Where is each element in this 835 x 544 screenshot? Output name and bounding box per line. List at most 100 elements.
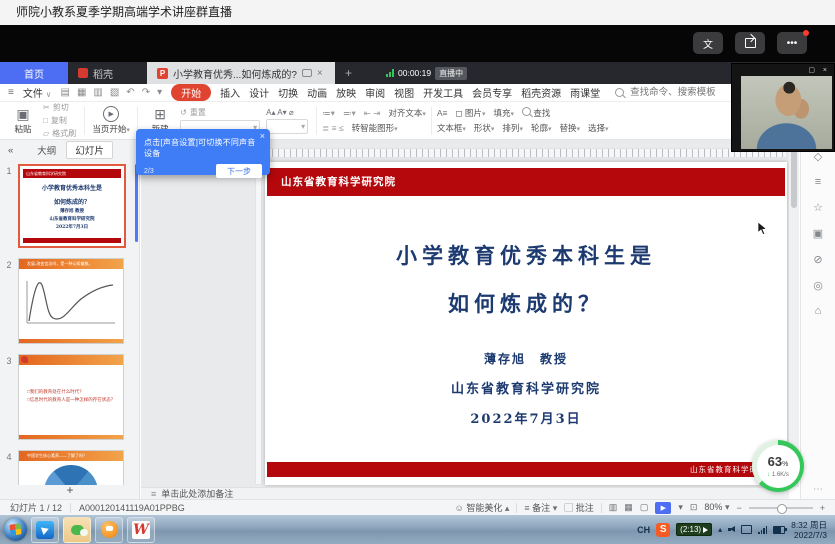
video-window-controls[interactable]: ▢ × xyxy=(808,66,830,74)
menu-tab-rainclass[interactable]: 雨课堂 xyxy=(570,85,600,100)
help-icon[interactable]: ⊘ xyxy=(813,253,822,266)
taskbar-app-camera[interactable] xyxy=(95,517,123,543)
slide-author[interactable]: 薄存旭 教授 xyxy=(265,350,787,367)
menu-tab-member[interactable]: 会员专享 xyxy=(472,85,512,100)
slide-title-line2[interactable]: 如何炼成的？ xyxy=(265,288,787,318)
qat-more-icon[interactable]: ▾ xyxy=(157,87,162,98)
fit-window-icon[interactable]: ⊡ xyxy=(690,502,698,513)
menu-tab-docer-res[interactable]: 稻壳资源 xyxy=(521,85,561,100)
search-input[interactable] xyxy=(628,86,742,99)
replace-button[interactable]: 替换▾ xyxy=(559,122,580,134)
undo-icon[interactable]: ↶ xyxy=(126,87,134,98)
text-style-icon[interactable]: A≡ xyxy=(437,108,448,118)
cut-button[interactable]: ✂ 剪切 xyxy=(43,102,76,113)
slide-header-bar[interactable]: 山东省教育科学研究院 xyxy=(267,168,785,196)
slide-thumbnail-row[interactable]: 3 □我们的教育处在什么时代？ □信息时代的教育人是一种怎样的存在状态？ xyxy=(0,354,140,440)
tab-close-icon[interactable]: × xyxy=(317,68,323,79)
redo-icon[interactable]: ↷ xyxy=(142,87,150,98)
play-current-button[interactable]: ▶ 当页开始▾ xyxy=(90,106,132,135)
camera-video-window[interactable]: ▢ × xyxy=(731,63,835,152)
sogou-icon[interactable]: S xyxy=(656,523,670,537)
slide-org[interactable]: 山东省教育科学研究院 xyxy=(265,378,787,397)
zoom-level-button[interactable]: 80% ▾ xyxy=(704,502,729,513)
panel-collapse-button[interactable]: « xyxy=(8,145,13,156)
hamburger-icon[interactable]: ≡ xyxy=(8,87,14,98)
battery-icon[interactable] xyxy=(773,526,785,534)
menu-tab-review[interactable]: 审阅 xyxy=(365,85,385,100)
reset-button[interactable]: ↺ 重置 xyxy=(180,107,260,118)
favorite-icon[interactable]: ☆ xyxy=(813,201,823,214)
bullet-list-icon[interactable]: ≔▾ xyxy=(322,108,335,119)
menu-file[interactable]: 文件 ∨ xyxy=(23,85,52,100)
align-icons[interactable]: ≣ ≡ ≤ xyxy=(322,123,343,134)
print-icon[interactable]: ▥ xyxy=(93,87,102,98)
slide-title-line1[interactable]: 小学教育优秀本科生是 xyxy=(265,240,787,270)
pin-icon[interactable]: ⌂ xyxy=(815,305,822,317)
slide-thumbnail-row[interactable]: 4 中国学生核心素养——了解了吗？ xyxy=(0,450,140,485)
tab-outline[interactable]: 大纲 xyxy=(37,143,56,157)
tab-docer[interactable]: 稻壳 xyxy=(68,62,123,84)
indent-icons[interactable]: ⇤ ⇥ xyxy=(364,108,381,119)
wifi-signal-icon[interactable] xyxy=(758,526,767,534)
taskbar-app-wps[interactable]: W xyxy=(127,517,155,543)
number-list-icon[interactable]: ≕▾ xyxy=(343,108,356,119)
vertical-scrollbar[interactable]: ▴ ▾ xyxy=(789,140,799,487)
taskbar-clock[interactable]: 8:32 周日 2022/7/3 xyxy=(791,520,827,540)
menu-tab-design[interactable]: 设计 xyxy=(249,85,269,100)
zoom-out-button[interactable]: − xyxy=(736,503,741,513)
menu-tab-insert[interactable]: 插入 xyxy=(220,85,240,100)
shape-button[interactable]: 形状▾ xyxy=(474,122,495,134)
slide-thumbnail-row[interactable]: 1 山东省教育科学研究院 小学教育优秀本科生是 如何炼成的？ 薄存旭 教授 山东… xyxy=(0,164,140,248)
zoom-slider[interactable] xyxy=(749,507,813,509)
properties-icon[interactable]: ≡ xyxy=(815,176,821,188)
tab-document[interactable]: P 小学教育优秀...如何炼成的? × xyxy=(147,62,335,84)
menu-tab-animation[interactable]: 动画 xyxy=(307,85,327,100)
font-size-icons[interactable]: A▴ A▾ ⌀ xyxy=(266,108,308,117)
taskbar-app-wechat[interactable] xyxy=(63,517,91,543)
preview-icon[interactable]: ▧ xyxy=(110,87,119,98)
menu-tab-home[interactable]: 开始 xyxy=(171,84,211,101)
play-options-icon[interactable]: ▾ xyxy=(678,502,683,513)
slide-4-thumbnail[interactable]: 中国学生核心素养——了解了吗？ xyxy=(18,450,124,485)
tooltip-close-icon[interactable]: × xyxy=(260,131,265,141)
feedback-icon[interactable]: ◎ xyxy=(813,279,823,292)
layers-icon[interactable]: ▣ xyxy=(813,227,823,240)
fill-button[interactable]: 填充▾ xyxy=(493,107,514,119)
slide-1-thumbnail[interactable]: 山东省教育科学研究院 小学教育优秀本科生是 如何炼成的？ 薄存旭 教授 山东省教… xyxy=(18,164,126,248)
slide-date[interactable]: 2022年7月3日 xyxy=(265,408,787,427)
arrange-button[interactable]: 排列▾ xyxy=(502,122,523,134)
slide-thumbnail-row[interactable]: 2 发展-改变信念吗，是一种认知偏移。 xyxy=(0,258,140,344)
more-button[interactable]: ••• xyxy=(777,32,807,54)
start-button[interactable] xyxy=(4,518,27,541)
tooltip-next-button[interactable]: 下一步 xyxy=(216,164,262,178)
tab-home[interactable]: 首页 xyxy=(0,62,68,84)
scrollbar-thumb[interactable] xyxy=(791,144,797,208)
slideshow-play-button[interactable]: ▶ xyxy=(655,502,671,514)
normal-view-icon[interactable]: ▥ xyxy=(609,502,618,513)
notes-bar[interactable]: ≡ 单击此处添加备注 xyxy=(141,487,789,499)
picture-button[interactable]: ◻ 图片▾ xyxy=(456,107,486,119)
share-button[interactable] xyxy=(735,32,765,54)
zoom-in-button[interactable]: + xyxy=(820,503,825,513)
read-view-icon[interactable]: ▢ xyxy=(640,502,649,513)
tray-expand-icon[interactable]: ▴ xyxy=(718,525,722,534)
translate-button[interactable]: 文 xyxy=(693,32,723,54)
speaker-icon[interactable] xyxy=(728,526,735,533)
add-slide-button[interactable]: + xyxy=(0,483,140,497)
taskbar-app-messenger[interactable] xyxy=(31,517,59,543)
find-button[interactable]: 查找 xyxy=(522,107,550,119)
smart-graphic-button[interactable]: 转智能图形▾ xyxy=(352,122,398,134)
slide-2-thumbnail[interactable]: 发展-改变信念吗，是一种认知偏移。 xyxy=(18,258,124,344)
save-icon[interactable]: ▤ xyxy=(60,87,69,98)
tab-slides[interactable]: 幻灯片 xyxy=(66,141,113,159)
paste-button[interactable]: ▣ 粘贴 xyxy=(6,107,40,135)
new-tab-button[interactable]: + xyxy=(335,62,362,84)
export-icon[interactable]: ▦ xyxy=(77,87,86,98)
beautify-button[interactable]: ☺ 智能美化 ▴ xyxy=(455,501,510,514)
ime-indicator[interactable]: CH xyxy=(637,525,650,535)
menu-tab-slideshow[interactable]: 放映 xyxy=(336,85,356,100)
format-painter-button[interactable]: ▱ 格式刷 xyxy=(43,128,76,139)
command-search[interactable] xyxy=(615,86,742,99)
select-button[interactable]: 选择▾ xyxy=(588,122,609,134)
notes-toggle-button[interactable]: ≡ 备注 ▾ xyxy=(524,501,557,514)
